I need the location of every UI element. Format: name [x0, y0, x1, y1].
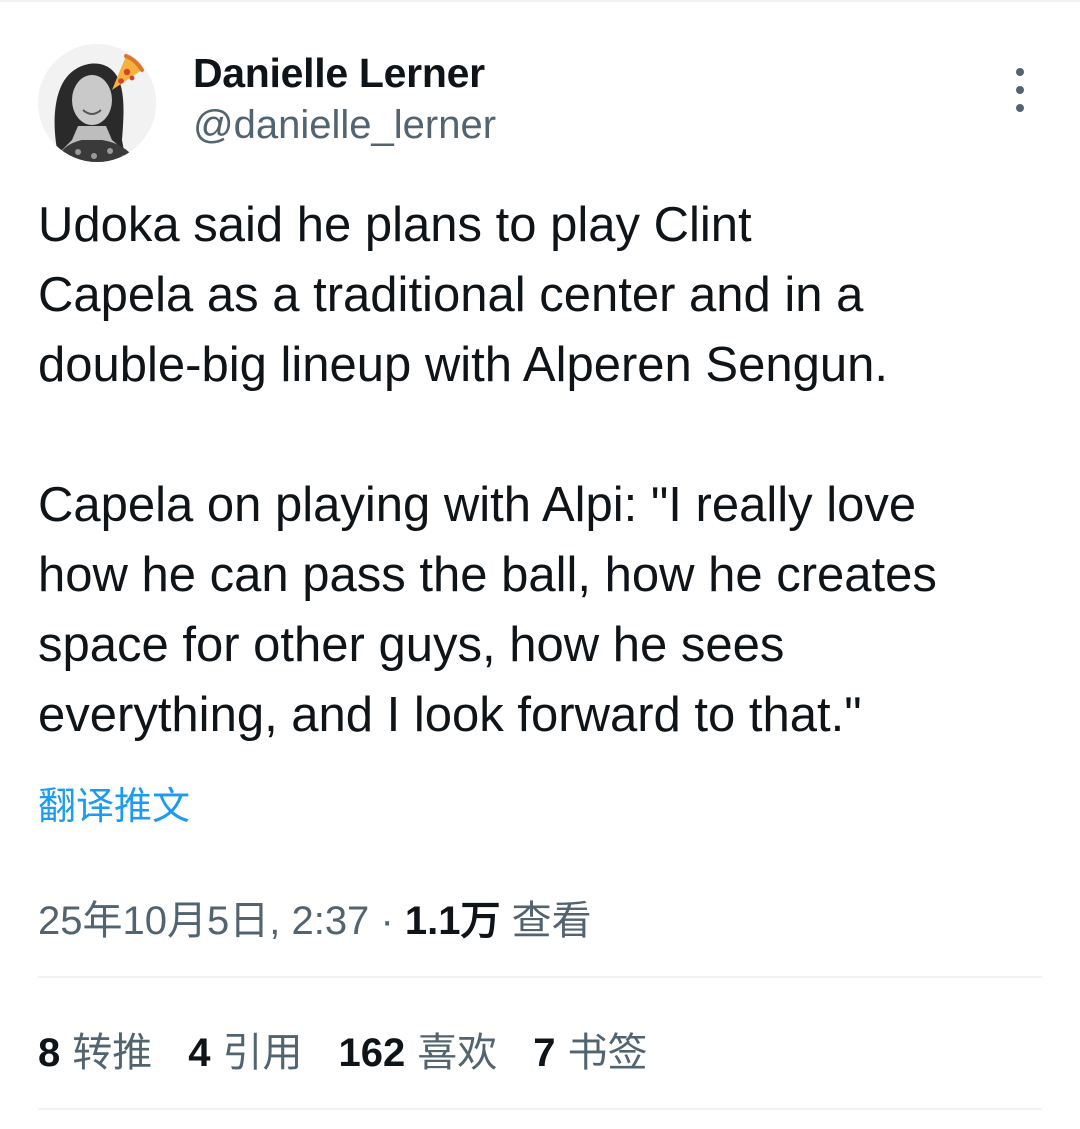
- author-name[interactable]: Danielle Lerner: [193, 50, 485, 97]
- retweets-label: 转推: [72, 1031, 153, 1075]
- quotes-label: 引用: [222, 1031, 303, 1075]
- likes-stat[interactable]: 162 喜欢: [339, 1020, 498, 1078]
- pizza-icon: [112, 54, 144, 90]
- tweet-paragraph: Udoka said he plans to play Clint Capela…: [38, 198, 888, 392]
- tweet-meta: 25年10月5日, 2:37 · 1.1万 查看: [38, 888, 592, 946]
- tweet-paragraph: Capela on playing with Alpi: "I really l…: [38, 478, 937, 742]
- bookmarks-label: 书签: [567, 1031, 648, 1075]
- bookmarks-stat[interactable]: 7 书签: [533, 1020, 647, 1078]
- more-dot: [1016, 104, 1024, 112]
- divider: [38, 1108, 1042, 1110]
- views-count: 1.1万: [404, 899, 501, 943]
- engagement-stats: 8 转推 4 引用 162 喜欢 7 书签: [38, 1022, 684, 1076]
- meta-separator: ·: [380, 899, 394, 943]
- views-label: 查看: [511, 899, 592, 943]
- tweet-text: Udoka said he plans to play Clint Capela…: [38, 190, 1068, 750]
- likes-count: 162: [338, 1031, 406, 1075]
- quotes-count: 4: [188, 1031, 211, 1075]
- likes-label: 喜欢: [417, 1031, 498, 1075]
- top-border: [0, 0, 1080, 2]
- retweets-count: 8: [38, 1031, 61, 1075]
- timestamp[interactable]: 25年10月5日, 2:37: [38, 899, 369, 943]
- more-vertical-icon[interactable]: [1002, 68, 1038, 112]
- translate-tweet-link[interactable]: 翻译推文: [38, 775, 190, 830]
- author-handle[interactable]: @danielle_lerner: [193, 103, 496, 148]
- more-dot: [1016, 86, 1024, 94]
- quotes-stat[interactable]: 4 引用: [188, 1020, 302, 1078]
- divider: [38, 976, 1042, 978]
- more-dot: [1016, 68, 1024, 76]
- bookmarks-count: 7: [533, 1031, 556, 1075]
- retweets-stat[interactable]: 8 转推: [38, 1020, 152, 1078]
